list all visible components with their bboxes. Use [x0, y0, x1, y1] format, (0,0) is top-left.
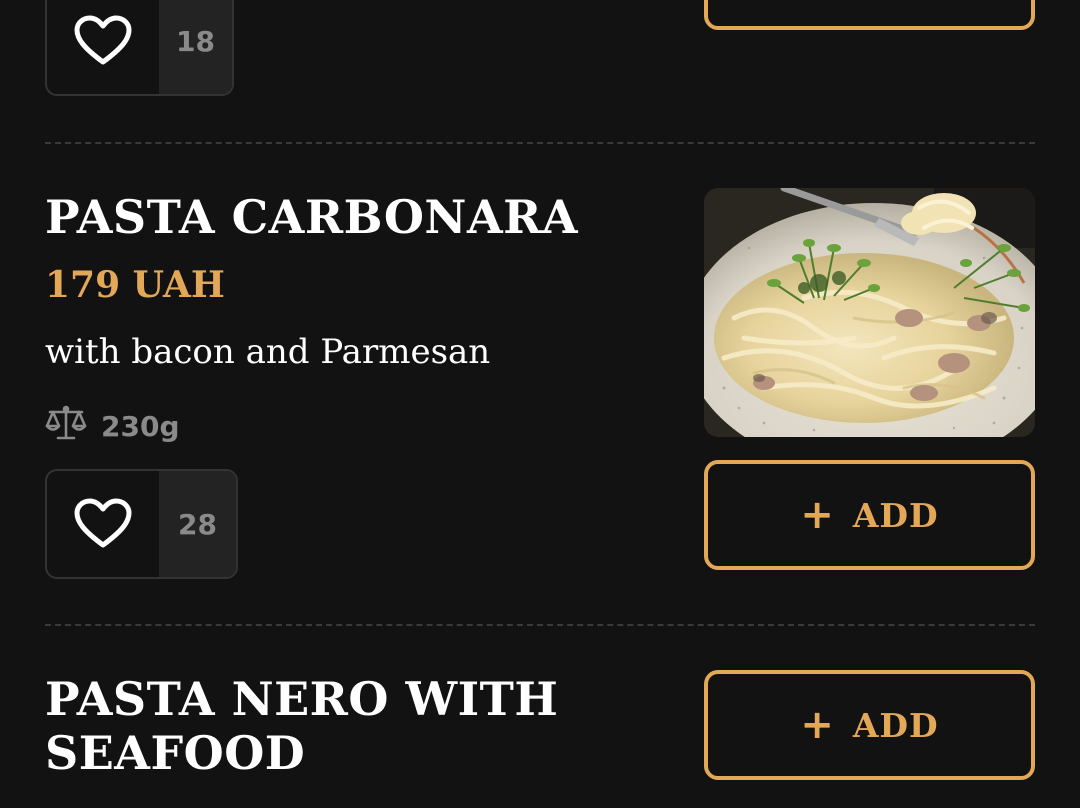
- scale-icon: [45, 404, 87, 449]
- item-divider: [45, 624, 1035, 626]
- item-divider: [45, 142, 1035, 144]
- like-button-group[interactable]: 18: [45, 0, 234, 96]
- weight-value: 230g: [101, 410, 180, 443]
- dish-photo: [704, 188, 1035, 437]
- dish-title: PASTA NERO WITH SEAFOOD: [45, 672, 558, 780]
- add-to-cart-button[interactable]: + ADD: [704, 670, 1035, 780]
- dish-description: with bacon and Parmesan: [45, 332, 491, 372]
- add-label: ADD: [852, 495, 939, 535]
- dish-title: PASTA CARBONARA: [45, 190, 579, 244]
- menu-page: 18 PASTA CARBONARA 179 UAH with bacon an…: [0, 0, 1080, 808]
- plus-icon: +: [800, 492, 835, 538]
- like-count: 18: [159, 0, 232, 94]
- plus-icon: +: [800, 702, 835, 748]
- heart-outline-icon[interactable]: [47, 471, 159, 577]
- dish-weight: 230g: [45, 404, 180, 449]
- dish-title-line: PASTA NERO WITH: [45, 672, 559, 726]
- add-label: ADD: [852, 705, 939, 745]
- add-to-cart-button[interactable]: + ADD: [704, 460, 1035, 570]
- like-button-group[interactable]: 28: [45, 469, 238, 579]
- dish-title-line: SEAFOOD: [45, 726, 306, 780]
- dish-price: 179 UAH: [45, 264, 225, 306]
- like-count: 28: [159, 471, 236, 577]
- heart-outline-icon[interactable]: [47, 0, 159, 94]
- add-button-top[interactable]: [704, 0, 1035, 30]
